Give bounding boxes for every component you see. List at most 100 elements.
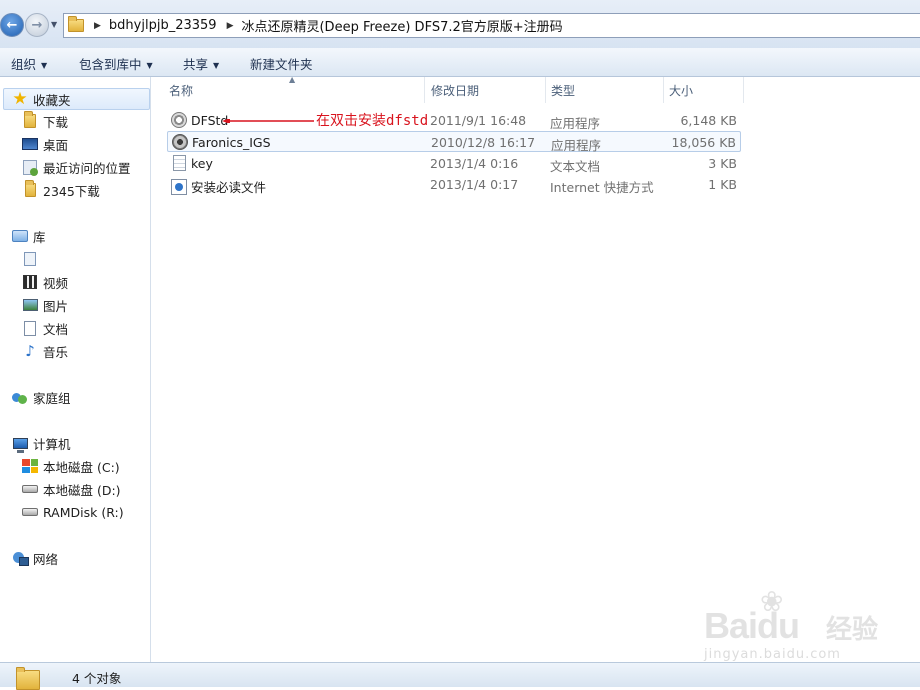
- nav-label: 网络: [33, 551, 59, 567]
- file-size: 1 KB: [708, 177, 737, 192]
- file-row[interactable]: key 2013/1/4 0:16 文本文档 3 KB: [167, 153, 741, 174]
- nav-label: 视频: [43, 275, 69, 291]
- nav-item-favorites[interactable]: ★ 收藏夹: [3, 88, 150, 110]
- back-button[interactable]: ←: [0, 13, 24, 37]
- nav-item-videos[interactable]: 视频: [22, 272, 68, 292]
- column-header-size[interactable]: 大小: [664, 77, 744, 103]
- address-bar: ← → ▼ ▶ bdhyjlpjb_23359 ▶ 冰点还原精灵(Deep Fr…: [0, 0, 920, 48]
- file-date: 2011/9/1 16:48: [430, 113, 527, 128]
- nav-item-libraries[interactable]: 库: [12, 226, 46, 246]
- video-icon: [22, 274, 38, 290]
- nav-label: 家庭组: [33, 390, 71, 406]
- nav-label: 2345下载: [43, 183, 100, 199]
- organize-button[interactable]: 组织 ▼: [11, 54, 47, 73]
- watermark-url: jingyan.baidu.com: [704, 647, 841, 662]
- windows-drive-icon: [22, 458, 38, 474]
- new-folder-button[interactable]: 新建文件夹: [250, 54, 313, 73]
- nav-item-desktop[interactable]: 桌面: [22, 134, 68, 154]
- file-list[interactable]: ▲ 名称 修改日期 类型 大小 DFStd 2011/9/1 16:48 应用程…: [152, 75, 920, 662]
- chevron-down-icon: ▼: [213, 61, 220, 70]
- back-arrow-icon: ←: [6, 17, 18, 33]
- watermark-logo: Baidu: [704, 605, 800, 646]
- path-box[interactable]: ▶ bdhyjlpjb_23359 ▶ 冰点还原精灵(Deep Freeze) …: [63, 13, 920, 38]
- nav-item-2345-downloads[interactable]: 2345下载: [22, 180, 100, 200]
- folder-icon: [68, 16, 84, 32]
- folder-icon: [22, 180, 38, 198]
- nav-label: 计算机: [33, 436, 71, 452]
- chevron-down-icon: ▼: [146, 61, 153, 70]
- column-header-date[interactable]: 修改日期: [426, 77, 546, 103]
- nav-label: 最近访问的位置: [43, 160, 131, 176]
- setup-icon: [172, 134, 188, 150]
- file-type: 应用程序: [551, 138, 602, 153]
- file-size: 18,056 KB: [671, 135, 736, 150]
- nav-label: 本地磁盘 (D:): [43, 482, 121, 498]
- picture-icon: [22, 297, 38, 313]
- document-icon: [22, 320, 38, 336]
- homegroup-icon: [12, 389, 28, 405]
- file-type: 文本文档: [550, 159, 601, 174]
- file-date: 2013/1/4 0:16: [430, 156, 519, 171]
- column-header-label: 类型: [551, 83, 576, 98]
- nav-label: 桌面: [43, 137, 69, 153]
- network-icon: [12, 550, 29, 566]
- file-name: key: [191, 156, 213, 171]
- library-icon: [12, 228, 28, 244]
- column-header-label: 修改日期: [431, 83, 480, 98]
- breadcrumb-item[interactable]: bdhyjlpjb_23359: [109, 18, 217, 33]
- desktop-icon: [22, 136, 38, 152]
- breadcrumb-separator-icon[interactable]: ▶: [94, 21, 101, 31]
- nav-item-documents[interactable]: 文档: [22, 318, 68, 338]
- file-date: 2013/1/4 0:17: [430, 177, 519, 192]
- folder-icon: [16, 667, 40, 690]
- column-header-label: 大小: [669, 83, 694, 98]
- hard-drive-icon: [22, 481, 38, 497]
- new-folder-label: 新建文件夹: [250, 57, 313, 72]
- recent-pages-dropdown-icon[interactable]: ▼: [51, 20, 57, 29]
- file-name: 安装必读文件: [191, 180, 267, 195]
- nav-label: 文档: [43, 321, 69, 337]
- nav-item-network[interactable]: 网络: [12, 548, 58, 568]
- file-row[interactable]: Faronics_IGS 2010/12/8 16:17 应用程序 18,056…: [167, 131, 741, 153]
- column-header-name[interactable]: 名称: [164, 77, 425, 103]
- nav-item-recent-places[interactable]: 最近访问的位置: [22, 157, 131, 177]
- downloads-folder-icon: [22, 111, 38, 129]
- breadcrumb-separator-icon[interactable]: ▶: [227, 21, 234, 31]
- nav-label: 本地磁盘 (C:): [43, 459, 120, 475]
- breadcrumb-item[interactable]: 冰点还原精灵(Deep Freeze) DFS7.2官方原版+注册码: [241, 16, 562, 35]
- column-header-type[interactable]: 类型: [546, 77, 664, 103]
- file-row[interactable]: 安装必读文件 2013/1/4 0:17 Internet 快捷方式 1 KB: [167, 174, 741, 195]
- nav-label: 下载: [43, 114, 69, 130]
- share-label: 共享: [183, 57, 209, 72]
- organize-label: 组织: [11, 57, 37, 72]
- baidu-watermark: ❀ Baidu 经验 jingyan.baidu.com: [700, 585, 900, 665]
- nav-item-library-sub[interactable]: [22, 249, 43, 269]
- hard-drive-icon: [22, 504, 38, 520]
- internet-shortcut-icon: [171, 178, 187, 195]
- chevron-down-icon: ▼: [41, 61, 48, 70]
- share-button[interactable]: 共享 ▼: [183, 54, 219, 73]
- library-document-icon: [22, 251, 38, 267]
- file-type: 应用程序: [550, 116, 601, 131]
- file-date: 2010/12/8 16:17: [431, 135, 536, 150]
- nav-item-drive-d[interactable]: 本地磁盘 (D:): [22, 479, 121, 499]
- include-in-library-label: 包含到库中: [79, 57, 142, 72]
- nav-item-homegroup[interactable]: 家庭组: [12, 387, 71, 407]
- status-bar: 4 个对象: [0, 662, 920, 690]
- computer-icon: [12, 435, 28, 453]
- nav-label: 库: [33, 229, 46, 245]
- setup-icon: [171, 112, 187, 128]
- nav-item-drive-c[interactable]: 本地磁盘 (C:): [22, 456, 120, 476]
- nav-item-music[interactable]: ♪ 音乐: [22, 341, 68, 361]
- text-file-icon: [173, 155, 186, 171]
- nav-item-computer[interactable]: 计算机: [12, 433, 71, 453]
- file-name: Faronics_IGS: [192, 135, 271, 150]
- nav-label: RAMDisk (R:): [43, 504, 124, 520]
- star-icon: ★: [12, 89, 28, 109]
- nav-item-downloads[interactable]: 下载: [22, 111, 68, 131]
- nav-item-drive-r[interactable]: RAMDisk (R:): [22, 502, 124, 522]
- nav-item-pictures[interactable]: 图片: [22, 295, 68, 315]
- forward-button[interactable]: →: [25, 13, 49, 37]
- include-in-library-button[interactable]: 包含到库中 ▼: [79, 54, 153, 73]
- navigation-pane[interactable]: ★ 收藏夹 下载 桌面 最近访问的位置 2345下载 库 视频 图片 文档 ♪ …: [0, 77, 151, 662]
